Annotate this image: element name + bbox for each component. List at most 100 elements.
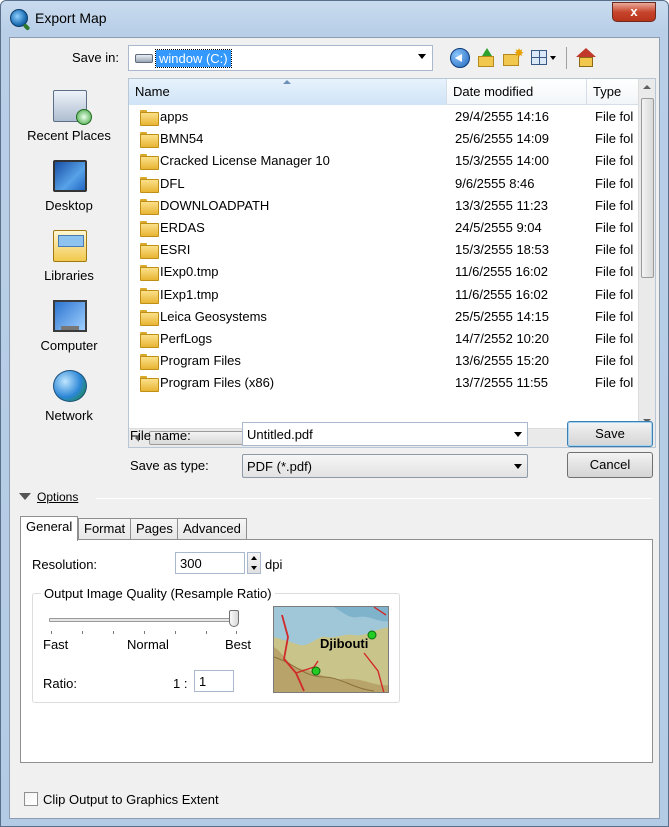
- folder-icon: [140, 243, 159, 260]
- file-row-type: File fol: [595, 109, 634, 124]
- file-row-name: apps: [160, 109, 189, 124]
- file-row[interactable]: Program Files 13/6/2555 15:20 File fol: [129, 350, 639, 372]
- file-row-type: File fol: [595, 375, 634, 391]
- quality-slider-ticks: [51, 631, 237, 635]
- column-header-type[interactable]: Type: [587, 79, 639, 105]
- places-bar: Recent Places Desktop Libraries Computer…: [17, 78, 127, 474]
- file-row-date: 25/5/2555 14:15: [455, 308, 549, 324]
- file-row[interactable]: IExp0.tmp 11/6/2555 16:02 File fol: [129, 261, 639, 283]
- chevron-down-icon[interactable]: [514, 432, 522, 437]
- slider-label-normal: Normal: [127, 637, 169, 652]
- file-name-value: Untitled.pdf: [247, 427, 313, 442]
- ratio-input[interactable]: 1: [194, 670, 234, 692]
- chevron-down-icon[interactable]: [418, 54, 426, 59]
- file-row-name: Program Files (x86): [160, 375, 275, 391]
- slider-label-best: Best: [225, 637, 252, 652]
- file-row[interactable]: ESRI 15/3/2555 18:53 File fol: [129, 239, 639, 261]
- up-folder-icon[interactable]: [476, 48, 496, 68]
- options-toggle[interactable]: Options: [37, 490, 78, 504]
- recent-places-icon: [53, 90, 92, 125]
- clip-output-label[interactable]: Clip Output to Graphics Extent: [43, 792, 219, 807]
- dialog-client-area: Save in: window (C:) ✸ Recent Places Des…: [9, 37, 660, 819]
- spin-down-icon[interactable]: [251, 566, 257, 570]
- place-label: Network: [45, 408, 93, 423]
- quality-slider-thumb[interactable]: [229, 610, 239, 627]
- resolution-unit: dpi: [265, 557, 283, 572]
- file-list[interactable]: Name Date modified Type apps 29/4/2555 14…: [128, 78, 656, 448]
- scroll-up-arrow-icon[interactable]: [643, 85, 651, 89]
- file-row-date: 25/6/2555 14:09: [455, 131, 549, 147]
- options-divider: [96, 498, 652, 499]
- resolution-input[interactable]: 300: [175, 552, 245, 574]
- file-row-date: 13/3/2555 11:23: [455, 197, 549, 213]
- place-computer[interactable]: Computer: [17, 296, 121, 362]
- ratio-prefix: 1 :: [173, 676, 188, 691]
- file-row[interactable]: apps 29/4/2555 14:16 File fol: [129, 106, 639, 128]
- resolution-label: Resolution:: [32, 557, 98, 572]
- tab-format[interactable]: Format: [78, 518, 132, 540]
- views-menu-icon[interactable]: [530, 48, 556, 68]
- place-recent-places[interactable]: Recent Places: [17, 86, 121, 152]
- file-row[interactable]: Cracked License Manager 10 15/3/2555 14:0…: [129, 150, 639, 172]
- arcmap-app-icon: [10, 9, 28, 27]
- file-row[interactable]: IExp1.tmp 11/6/2555 16:02 File fol: [129, 284, 639, 306]
- file-row[interactable]: DOWNLOADPATH 13/3/2555 11:23 File fol: [129, 195, 639, 217]
- place-libraries[interactable]: Libraries: [17, 226, 121, 292]
- cancel-button[interactable]: Cancel: [567, 452, 653, 478]
- options-collapse-icon[interactable]: [19, 493, 31, 500]
- file-row-type: File fol: [595, 264, 634, 280]
- file-row[interactable]: BMN54 25/6/2555 14:09 File fol: [129, 128, 639, 150]
- file-row-name: ERDAS: [160, 219, 205, 235]
- chevron-down-icon[interactable]: [514, 464, 522, 469]
- file-row-type: File fol: [595, 242, 634, 258]
- file-row[interactable]: Leica Geosystems 25/5/2555 14:15 File fol: [129, 306, 639, 328]
- file-row-date: 15/3/2555 14:00: [455, 153, 549, 169]
- new-folder-icon[interactable]: ✸: [502, 46, 524, 68]
- tab-advanced[interactable]: Advanced: [177, 518, 247, 540]
- vertical-scroll-thumb[interactable]: [641, 98, 654, 278]
- file-row[interactable]: ERDAS 24/5/2555 9:04 File fol: [129, 217, 639, 239]
- file-row-date: 24/5/2555 9:04: [455, 219, 542, 235]
- file-row-date: 11/6/2555 16:02: [455, 286, 549, 302]
- quality-preview-image: Djibouti: [273, 606, 389, 693]
- save-in-label: Save in:: [72, 50, 119, 65]
- back-icon[interactable]: [450, 48, 470, 68]
- save-button[interactable]: Save: [567, 421, 653, 447]
- file-name-input[interactable]: Untitled.pdf: [242, 422, 528, 446]
- close-button[interactable]: x: [612, 2, 656, 22]
- file-rows: apps 29/4/2555 14:16 File fol BMN54 25/6/255…: [129, 106, 639, 428]
- column-header-date-modified[interactable]: Date modified: [447, 79, 587, 105]
- file-row[interactable]: Program Files (x86) 13/7/2555 11:55 File f…: [129, 372, 639, 394]
- file-row-type: File fol: [595, 286, 634, 302]
- home-icon[interactable]: [576, 48, 596, 68]
- desktop-icon: [53, 160, 87, 192]
- file-row-type: File fol: [595, 330, 634, 346]
- tab-pages[interactable]: Pages: [130, 518, 179, 540]
- folder-icon: [140, 110, 159, 126]
- network-icon: [53, 370, 87, 402]
- folder-icon: [140, 309, 159, 326]
- file-row-type: File fol: [595, 153, 634, 169]
- file-name-label: File name:: [130, 428, 191, 443]
- vertical-scrollbar[interactable]: [638, 79, 655, 429]
- folder-icon: [140, 154, 159, 171]
- place-network[interactable]: Network: [17, 366, 121, 432]
- export-map-dialog: Export Map x Save in: window (C:) ✸ Rece…: [0, 0, 669, 827]
- file-row[interactable]: PerfLogs 14/7/2552 10:20 File fol: [129, 328, 639, 350]
- clip-output-checkbox[interactable]: [24, 792, 38, 806]
- file-row-name: Program Files: [160, 353, 241, 369]
- file-row-date: 29/4/2555 14:16: [455, 109, 549, 124]
- place-label: Desktop: [45, 198, 93, 213]
- quality-slider-track[interactable]: [49, 618, 237, 622]
- save-in-combobox[interactable]: window (C:): [128, 45, 433, 71]
- file-list-header: Name Date modified Type: [129, 79, 639, 105]
- folder-icon: [140, 265, 159, 282]
- toolbar-separator: [566, 47, 567, 69]
- place-desktop[interactable]: Desktop: [17, 156, 121, 222]
- file-row[interactable]: DFL 9/6/2555 8:46 File fol: [129, 173, 639, 195]
- drive-icon: [135, 54, 153, 63]
- spin-up-icon[interactable]: [251, 556, 257, 560]
- resolution-spinner[interactable]: [247, 552, 261, 574]
- save-as-type-combobox[interactable]: PDF (*.pdf): [242, 454, 528, 478]
- tab-general[interactable]: General: [20, 516, 79, 541]
